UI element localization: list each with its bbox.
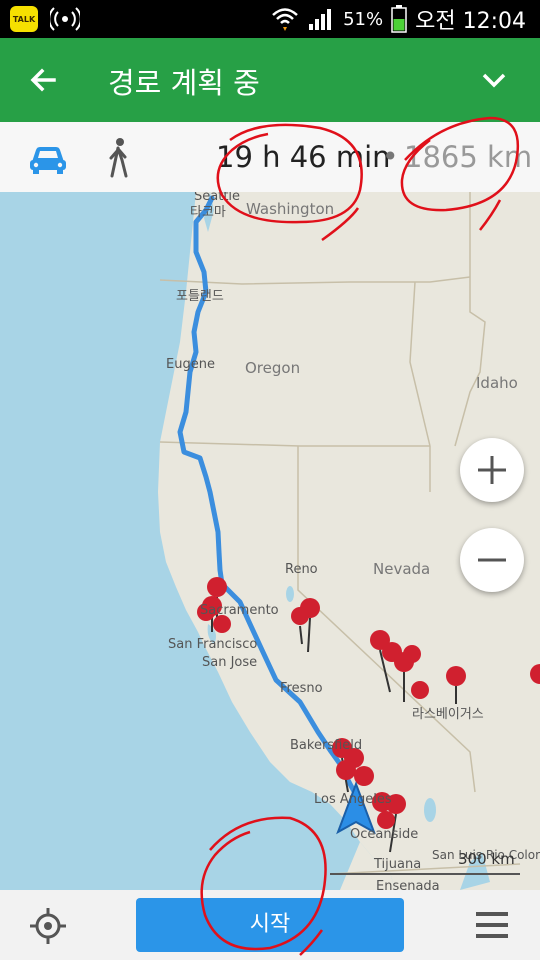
plus-icon [478, 456, 506, 484]
route-summary-bar: 19 h 46 min • 1865 km [0, 122, 540, 193]
car-mode-icon[interactable] [26, 136, 70, 180]
label-reno: Reno [285, 562, 318, 577]
minus-icon [478, 558, 506, 562]
page-title: 경로 계획 중 [108, 66, 260, 100]
route-distance: 1865 km [404, 140, 533, 174]
label-oceanside: Oceanside [350, 827, 418, 842]
zoom-out-button[interactable] [460, 528, 524, 592]
walking-mode-icon[interactable] [104, 136, 134, 180]
label-eugene: Eugene [166, 357, 215, 372]
status-bar: TALK 51% 오전 12:04 [0, 0, 540, 38]
app-bar: 경로 계획 중 [0, 38, 540, 122]
label-fresno: Fresno [280, 681, 323, 696]
wifi-icon [272, 8, 298, 31]
map-canvas[interactable]: Seattle 타코마 Washington 포틀랜드 Eugene Orego… [0, 192, 540, 890]
label-bakersfield: Bakersfield [290, 738, 362, 753]
separator-dot: • [382, 140, 399, 173]
locate-me-icon[interactable] [28, 906, 68, 946]
label-portland: 포틀랜드 [176, 289, 224, 304]
label-washington: Washington [246, 200, 334, 218]
label-las-vegas: 라스베이거스 [412, 707, 484, 722]
battery-icon [391, 5, 407, 33]
label-oregon: Oregon [245, 359, 300, 377]
signal-strength-icon [309, 9, 332, 30]
map-view[interactable]: Seattle 타코마 Washington 포틀랜드 Eugene Orego… [0, 192, 540, 890]
start-navigation-button[interactable]: 시작 [136, 898, 404, 952]
label-seattle: Seattle [194, 192, 240, 204]
battery-percent: 51% [343, 8, 384, 30]
wireless-broadcast-icon [50, 7, 80, 31]
label-ensenada: Ensenada [376, 879, 440, 890]
label-nevada: Nevada [373, 560, 430, 578]
label-san-francisco: San Francisco [168, 637, 257, 652]
label-sacramento: Sacramento [200, 603, 279, 618]
label-tacoma: 타코마 [190, 205, 226, 220]
kakaotalk-icon: TALK [10, 6, 38, 32]
label-san-jose: San Jose [202, 655, 257, 670]
label-los-angeles: Los Angeles [314, 792, 392, 807]
zoom-in-button[interactable] [460, 438, 524, 502]
label-tijuana: Tijuana [373, 857, 421, 872]
menu-icon[interactable] [474, 908, 510, 942]
chevron-down-icon[interactable] [476, 62, 512, 98]
bottom-bar: 시작 [0, 890, 540, 960]
back-arrow-icon[interactable] [24, 60, 64, 100]
label-idaho: Idaho [476, 374, 518, 392]
travel-time: 19 h 46 min [216, 140, 391, 174]
clock: 오전 12:04 [415, 9, 526, 34]
map-scale-label: 300 km [458, 850, 515, 868]
